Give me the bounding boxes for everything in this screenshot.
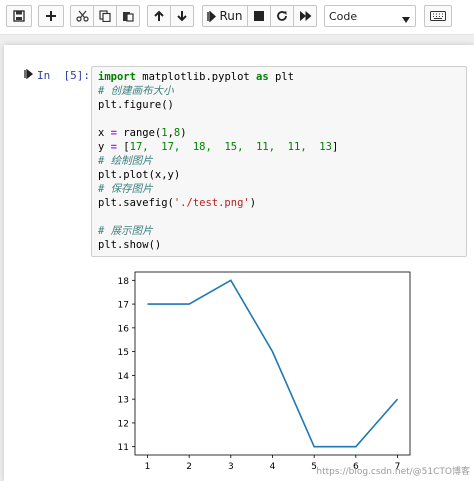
code-line: plt.figure() — [98, 99, 174, 111]
y-tick-label: 15 — [118, 348, 129, 358]
code-comment: # 创建画布大小 — [98, 85, 174, 97]
restart-icon — [276, 10, 288, 22]
code-comment: # 绘制图片 — [98, 155, 153, 167]
keyboard-icon — [430, 11, 446, 21]
clipboard-group — [70, 5, 140, 27]
move-down-icon — [176, 10, 188, 22]
y-axis: 11 12 13 14 15 16 17 18 — [118, 277, 135, 453]
restart-button[interactable] — [270, 5, 294, 27]
move-up-button[interactable] — [147, 5, 171, 27]
save-group — [6, 5, 32, 27]
run-button[interactable]: Run — [202, 5, 248, 27]
y-tick-label: 13 — [118, 396, 129, 406]
y-tick-label: 12 — [118, 419, 129, 429]
move-up-icon — [153, 10, 165, 22]
code-line: plt.savefig('./test.png') — [98, 197, 257, 209]
y-tick-label: 17 — [118, 301, 129, 311]
insert-group — [38, 5, 64, 27]
paste-button[interactable] — [116, 5, 140, 27]
cell-prompt: In [5]: — [24, 68, 90, 82]
command-palette-button[interactable] — [424, 5, 452, 27]
save-button[interactable] — [6, 5, 32, 27]
x-tick-label: 4 — [270, 462, 276, 472]
save-icon — [13, 10, 25, 22]
cell-type-select[interactable]: Code — [324, 5, 416, 27]
prompt-label: In [5]: — [37, 69, 90, 82]
code-line: plt.plot(x,y) — [98, 169, 181, 181]
chevron-down-icon — [402, 13, 410, 26]
code-comment: # 展示图片 — [98, 225, 153, 237]
cut-icon — [75, 10, 89, 22]
run-cell-icon[interactable] — [24, 68, 34, 82]
fast-forward-icon — [299, 11, 312, 21]
plot-output-figure: 1112131415161718 1234567 — [118, 271, 411, 472]
copy-icon — [99, 10, 111, 22]
code-cell-input[interactable]: import matplotlib.pyplot as plt # 创建画布大小… — [91, 66, 467, 257]
move-down-button[interactable] — [170, 5, 194, 27]
y-tick-label: 18 — [118, 277, 130, 287]
copy-button[interactable] — [93, 5, 117, 27]
y-tick-label: 11 — [118, 443, 129, 453]
notebook-toolbar: Run Code — [0, 0, 474, 35]
paste-icon — [122, 10, 134, 22]
run-label: Run — [219, 9, 243, 23]
add-cell-icon — [45, 10, 57, 22]
x-tick-label: 3 — [228, 462, 234, 472]
keyboard-group — [424, 5, 452, 27]
interrupt-button[interactable] — [247, 5, 271, 27]
code-line: y = [17, 17, 18, 15, 11, 11, 13] — [98, 141, 339, 153]
code-comment: # 保存图片 — [98, 183, 153, 195]
insert-cell-button[interactable] — [38, 5, 64, 27]
plot-axes — [134, 271, 411, 456]
x-tick-label: 2 — [186, 462, 192, 472]
code-line: plt.show() — [98, 239, 162, 251]
stop-icon — [254, 11, 264, 21]
x-tick-label: 1 — [145, 462, 151, 472]
y-tick-label: 16 — [118, 324, 130, 334]
restart-run-all-button[interactable] — [293, 5, 317, 27]
watermark: https://blog.csdn.net/@51CTO博客 — [316, 467, 470, 477]
y-tick-label: 14 — [118, 372, 130, 382]
cell-type-value: Code — [329, 9, 358, 23]
cut-button[interactable] — [70, 5, 94, 27]
code-line: x = range(1,8) — [98, 127, 187, 139]
move-group — [147, 5, 194, 27]
code-line: import matplotlib.pyplot as plt — [98, 71, 294, 83]
run-group: Run — [202, 5, 317, 27]
run-icon — [207, 10, 217, 22]
